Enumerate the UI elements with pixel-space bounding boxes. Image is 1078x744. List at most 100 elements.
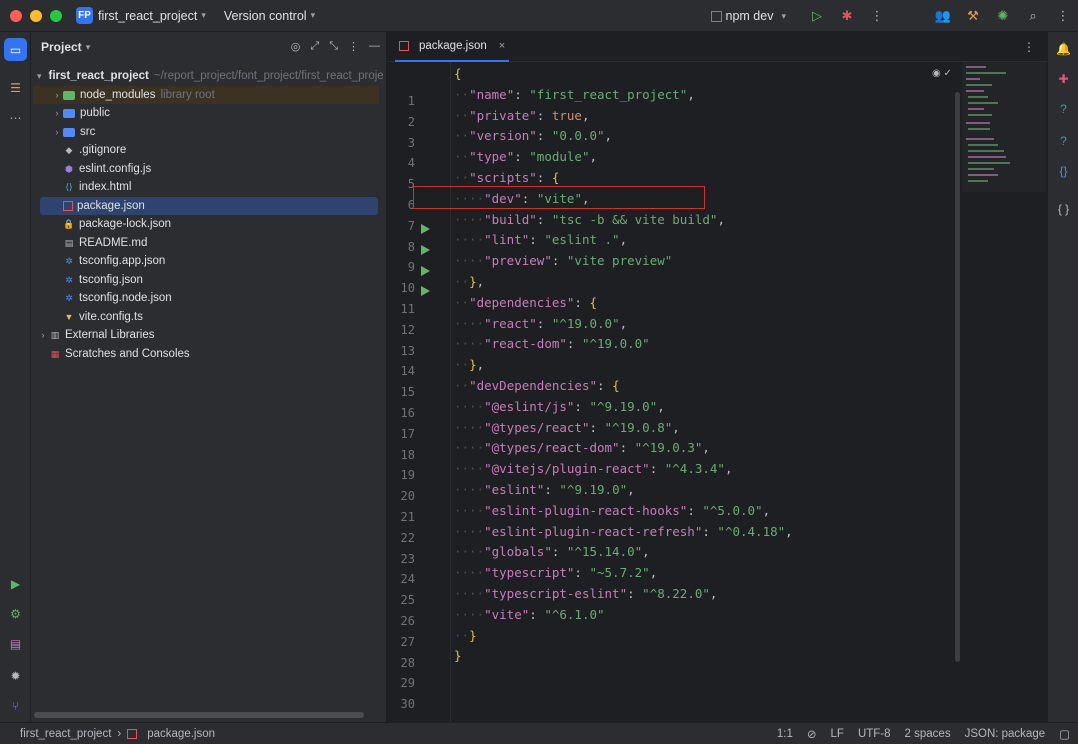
tree-item-tsconfig[interactable]: ✲ tsconfig.json <box>33 271 379 289</box>
notifications-icon[interactable]: 🔔 <box>1053 38 1074 59</box>
collapse-all-icon[interactable]: ⤡ <box>329 40 338 53</box>
code-line[interactable]: ··"name": "first_react_project", <box>454 85 695 105</box>
more-tools-icon[interactable]: ⋯ <box>4 106 27 129</box>
chevron-right-icon[interactable]: › <box>51 90 63 100</box>
cursor-position[interactable]: 1:1 <box>777 728 793 740</box>
json-helper-icon[interactable]: { } <box>1053 198 1074 219</box>
tree-item-public[interactable]: › public <box>33 104 379 122</box>
tree-item-external-libraries[interactable]: › ▥ External Libraries <box>33 326 379 344</box>
tree-item-node-modules[interactable]: › node_modules library root <box>33 86 379 104</box>
tree-item-vite-config[interactable]: ▼ vite.config.ts <box>33 308 379 326</box>
line-number[interactable]: 13 <box>387 344 415 358</box>
project-badge[interactable]: FP <box>76 7 93 24</box>
breadcrumb-project[interactable]: first_react_project <box>20 728 111 740</box>
chevron-down-icon[interactable]: ▾ <box>86 42 91 53</box>
close-window-button[interactable] <box>10 9 22 22</box>
help-icon[interactable]: ? <box>1053 98 1074 119</box>
line-number[interactable]: 29 <box>387 676 415 690</box>
line-number[interactable]: 19 <box>387 468 415 482</box>
tree-item-eslint-config[interactable]: ⬢ eslint.config.js <box>33 160 379 178</box>
tree-item-src[interactable]: › src <box>33 123 379 141</box>
run-configuration-selector[interactable]: npm dev ▾ <box>710 9 786 23</box>
chevron-right-icon[interactable]: › <box>51 108 63 118</box>
tree-item-gitignore[interactable]: ◆ .gitignore <box>33 141 379 159</box>
close-icon[interactable]: × <box>499 40 505 52</box>
line-number[interactable]: 23 <box>387 552 415 566</box>
vertical-scrollbar[interactable] <box>955 92 960 662</box>
code-line[interactable]: ··"version": "0.0.0", <box>454 126 612 146</box>
line-number[interactable]: 7 <box>387 219 415 233</box>
code-line[interactable]: ····"typescript-eslint": "^8.22.0", <box>454 584 717 604</box>
code-line[interactable]: ··}, <box>454 355 484 375</box>
line-number[interactable]: 17 <box>387 427 415 441</box>
indent-setting[interactable]: 2 spaces <box>905 728 951 740</box>
reader-mode-icon[interactable]: ◉ ✓ <box>932 68 952 79</box>
search-icon[interactable]: ⌕ <box>1018 8 1048 24</box>
tab-options-icon[interactable]: ⋮ <box>1023 40 1035 54</box>
run-script-icon[interactable] <box>421 286 430 296</box>
project-switcher[interactable]: first_react_project <box>98 9 197 23</box>
code-line[interactable]: ····"vite": "^6.1.0" <box>454 605 605 625</box>
code-line[interactable]: ··"private": true, <box>454 106 590 126</box>
settings-icon[interactable]: ⋮ <box>1048 8 1078 24</box>
terminal-icon[interactable]: ▤ <box>4 632 27 655</box>
ai-chat-icon[interactable]: ✚ <box>1053 68 1074 89</box>
line-number[interactable]: 5 <box>387 177 415 191</box>
run-script-icon[interactable] <box>421 266 430 276</box>
line-number[interactable]: 20 <box>387 489 415 503</box>
line-number[interactable]: 11 <box>387 302 415 316</box>
line-number[interactable]: 3 <box>387 136 415 150</box>
no-problems-icon[interactable]: ⊘ <box>807 727 817 741</box>
code-line[interactable]: ····"react": "^19.0.0", <box>454 314 627 334</box>
build-tools-icon[interactable]: ⚒ <box>958 8 988 24</box>
run-tool-icon[interactable]: ▶ <box>4 572 27 595</box>
line-number[interactable]: 8 <box>387 240 415 254</box>
code-line[interactable]: ··"scripts": { <box>454 168 559 188</box>
code-with-me-icon[interactable]: 👥 <box>928 8 958 24</box>
tree-item-readme[interactable]: ▤ README.md <box>33 234 379 252</box>
line-number[interactable]: 26 <box>387 614 415 628</box>
code-line[interactable]: ····"eslint-plugin-react-refresh": "^0.4… <box>454 522 793 542</box>
code-line[interactable]: ··"type": "module", <box>454 147 597 167</box>
lock-icon[interactable]: ▢ <box>1059 727 1070 741</box>
code-line[interactable]: { <box>454 64 462 84</box>
line-number[interactable]: 12 <box>387 323 415 337</box>
file-encoding[interactable]: UTF-8 <box>858 728 891 740</box>
line-separator[interactable]: LF <box>831 728 844 740</box>
code-line[interactable]: ··} <box>454 626 477 646</box>
line-number[interactable]: 9 <box>387 260 415 274</box>
minimap[interactable] <box>962 62 1046 192</box>
version-control-menu[interactable]: Version control <box>224 9 307 23</box>
run-script-icon[interactable] <box>421 224 430 234</box>
run-icon[interactable]: ▷ <box>802 8 832 24</box>
code-line[interactable]: ····"@vitejs/plugin-react": "^4.3.4", <box>454 459 733 479</box>
line-number[interactable]: 1 <box>387 94 415 108</box>
line-number[interactable]: 16 <box>387 406 415 420</box>
debug-icon[interactable]: ✱ <box>832 8 862 24</box>
horizontal-scrollbar[interactable] <box>34 712 364 718</box>
code-line[interactable]: } <box>454 646 462 666</box>
code-line[interactable]: ····"build": "tsc -b && vite build", <box>454 210 725 230</box>
line-number[interactable]: 18 <box>387 448 415 462</box>
line-number[interactable]: 28 <box>387 656 415 670</box>
structure-icon[interactable]: ☰ <box>4 76 27 99</box>
line-number[interactable]: 4 <box>387 156 415 170</box>
tree-item-scratches[interactable]: ▦ Scratches and Consoles <box>33 345 379 363</box>
line-number[interactable]: 21 <box>387 510 415 524</box>
chevron-down-icon[interactable]: ▾ <box>311 10 316 21</box>
line-number[interactable]: 30 <box>387 697 415 711</box>
line-number[interactable]: 10 <box>387 281 415 295</box>
chevron-right-icon[interactable]: › <box>51 127 63 137</box>
tree-root[interactable]: ▾ first_react_project ~/report_project/f… <box>37 67 383 85</box>
code-line[interactable]: ····"globals": "^15.14.0", <box>454 542 650 562</box>
line-number[interactable]: 15 <box>387 385 415 399</box>
minimize-window-button[interactable] <box>30 9 42 22</box>
line-number[interactable]: 2 <box>387 115 415 129</box>
line-number[interactable]: 6 <box>387 198 415 212</box>
code-line[interactable]: ··}, <box>454 272 484 292</box>
services-icon[interactable]: ⚙ <box>4 602 27 625</box>
maximize-window-button[interactable] <box>50 9 62 22</box>
expand-all-icon[interactable]: ⤢ <box>310 40 319 53</box>
line-number[interactable]: 25 <box>387 593 415 607</box>
code-line[interactable]: ····"eslint": "^9.19.0", <box>454 480 635 500</box>
